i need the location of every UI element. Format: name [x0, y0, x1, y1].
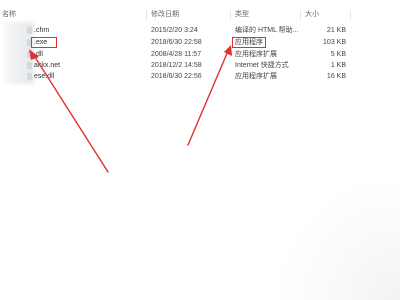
file-type: 应用程序: [235, 39, 263, 46]
file-icon: [27, 39, 32, 46]
file-name: ese.dll: [34, 73, 55, 80]
file-row[interactable]: .exe 2018/6/30 22:58 应用程序 103 KB: [0, 38, 400, 48]
file-date: 2018/6/30 22:58: [151, 39, 202, 46]
file-type: 编译的 HTML 帮助...: [235, 27, 299, 34]
corner-shadow: [280, 180, 400, 300]
file-name: .chm: [34, 27, 50, 34]
column-header-size[interactable]: 大小: [305, 8, 345, 22]
file-type: 应用程序扩展: [235, 51, 277, 58]
file-row[interactable]: akkx.net 2018/12/2 14:58 Internet 快捷方式 1…: [0, 61, 400, 71]
column-header-row: 名称 修改日期 类型 大小: [0, 8, 400, 22]
file-name: akkx.net: [34, 62, 61, 69]
file-size: 16 KB: [326, 73, 346, 80]
file-size: 103 KB: [323, 39, 346, 46]
file-row[interactable]: .chm 2015/2/20 3:24 编译的 HTML 帮助... 21 KB: [0, 26, 400, 36]
file-date: 2015/2/20 3:24: [151, 27, 198, 34]
column-header-name[interactable]: 名称: [2, 8, 142, 22]
file-list: 名称 修改日期 类型 大小 .chm 2015/2/20 3:24 编译的 HT…: [0, 0, 400, 300]
file-row[interactable]: .dll 2008/4/28 11:57 应用程序扩展 5 KB: [0, 50, 400, 60]
file-name: .exe: [34, 39, 48, 46]
file-icon: [27, 27, 32, 34]
file-row[interactable]: ese.dll 2018/6/30 22:56 应用程序扩展 16 KB: [0, 72, 400, 82]
file-name: .dll: [34, 51, 43, 58]
file-size: 1 KB: [330, 62, 346, 69]
file-size: 5 KB: [330, 51, 346, 58]
column-divider[interactable]: [300, 10, 301, 20]
column-divider[interactable]: [230, 10, 231, 20]
column-divider[interactable]: [146, 10, 147, 20]
file-type: 应用程序扩展: [235, 73, 277, 80]
column-header-date[interactable]: 修改日期: [151, 8, 229, 22]
file-type: Internet 快捷方式: [235, 62, 289, 69]
column-divider[interactable]: [350, 10, 351, 20]
file-date: 2018/12/2 14:58: [151, 62, 202, 69]
file-date: 2008/4/28 11:57: [151, 51, 202, 58]
file-icon: [27, 51, 32, 58]
file-icon: [27, 62, 32, 69]
column-header-type[interactable]: 类型: [235, 8, 305, 22]
file-date: 2018/6/30 22:56: [151, 73, 202, 80]
file-size: 21 KB: [326, 27, 346, 34]
file-icon: [27, 73, 32, 80]
